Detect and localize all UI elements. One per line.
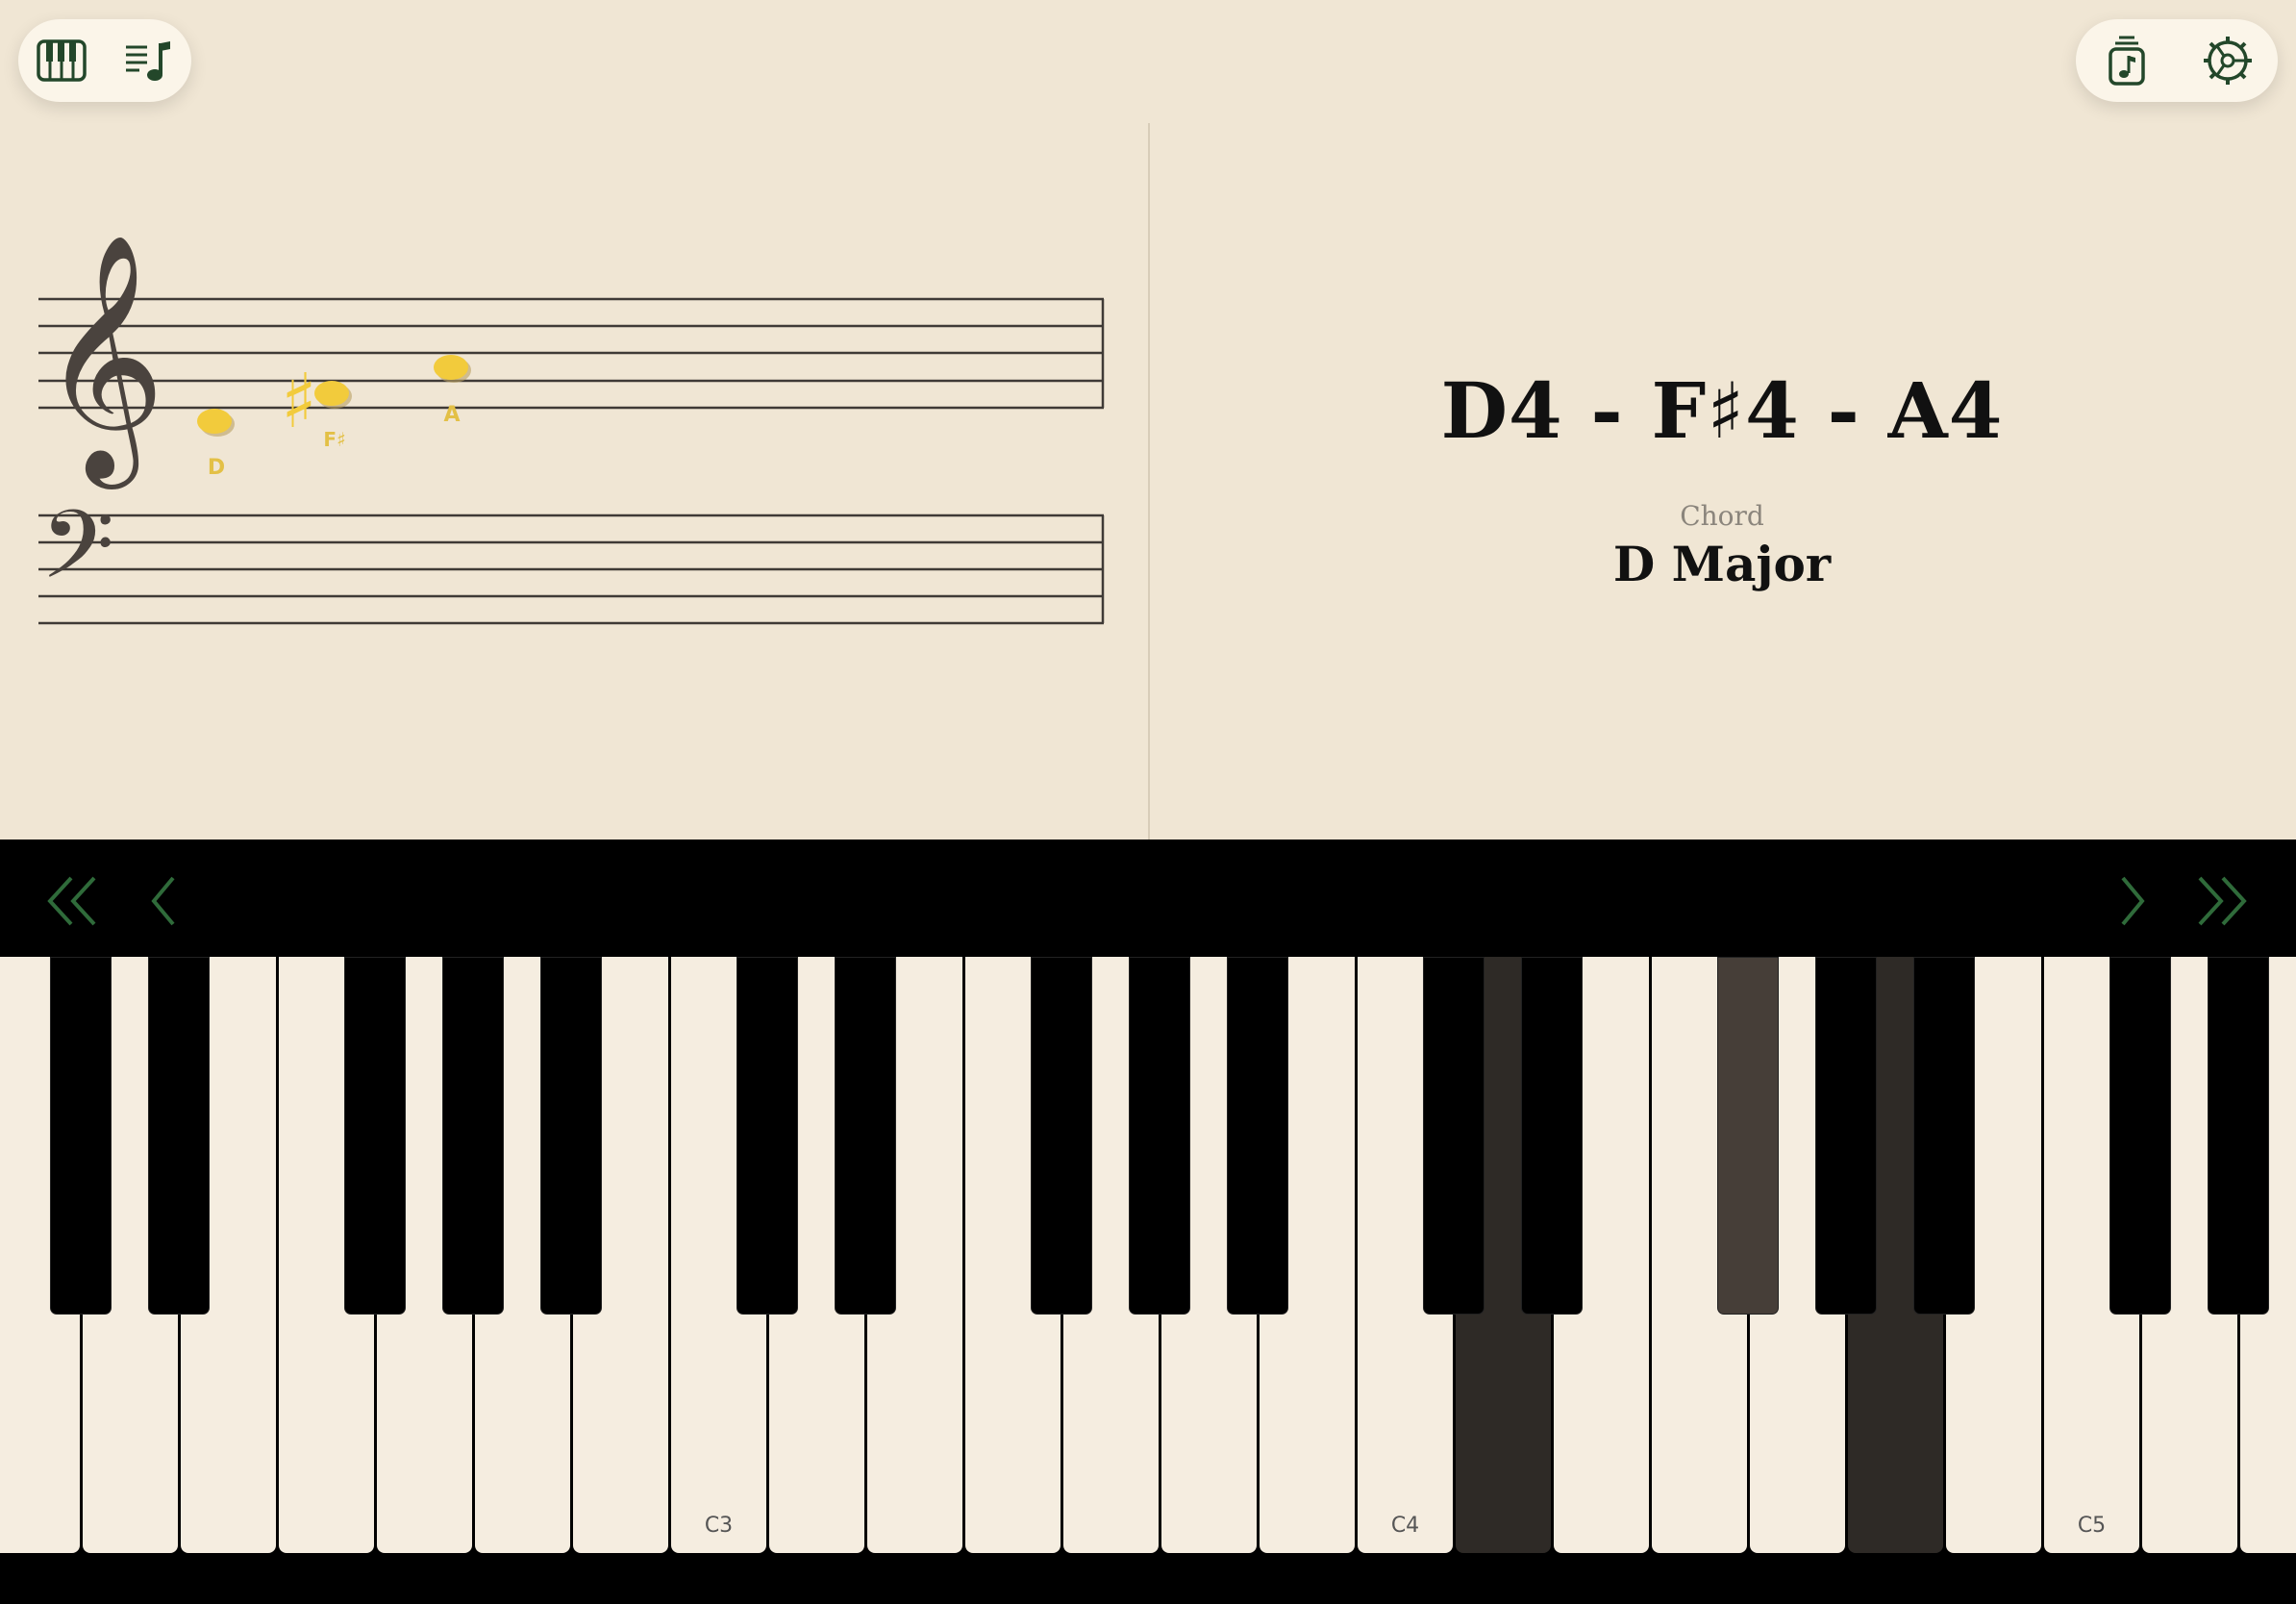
black-key-g-sharp4[interactable] — [1815, 957, 1877, 1315]
black-key-d-sharp3[interactable] — [835, 957, 896, 1315]
octave-label: C3 — [704, 1514, 734, 1538]
black-key-d-sharp2[interactable] — [148, 957, 210, 1315]
last-button[interactable] — [2183, 863, 2259, 940]
black-key-c-sharp2[interactable] — [50, 957, 112, 1315]
black-key-c-sharp4[interactable] — [1423, 957, 1485, 1315]
note-a[interactable]: A — [434, 355, 471, 427]
notes-display: D4 - F♯4 - A4 — [1440, 365, 2004, 456]
chord-label: Chord — [1680, 500, 1764, 532]
previous-button[interactable] — [125, 863, 202, 940]
octave-label: C5 — [2077, 1514, 2107, 1538]
note-fsharp[interactable]: ♯ F♯ — [281, 359, 352, 451]
black-key-f-sharp2[interactable] — [344, 957, 406, 1315]
piano-keyboard: C3 C4 C5 — [0, 957, 2296, 1555]
navigation-bar — [0, 840, 2296, 957]
music-library-icon[interactable] — [2097, 31, 2157, 90]
octave-label: C4 — [1390, 1514, 1420, 1538]
right-toolbar — [2076, 19, 2278, 102]
note-label: F♯ — [323, 428, 345, 451]
black-key-f-sharp3[interactable] — [1031, 957, 1092, 1315]
bass-staff-lines — [38, 514, 1105, 625]
first-button[interactable] — [35, 863, 112, 940]
next-button[interactable] — [2094, 863, 2171, 940]
black-key-g-sharp3[interactable] — [1129, 957, 1190, 1315]
score-area: 𝄞 𝄢 D ♯ F♯ A D4 - F♯4 - A4 Chord D Major — [0, 0, 2296, 840]
black-key-g-sharp2[interactable] — [442, 957, 504, 1315]
note-label: A — [443, 403, 460, 427]
bass-clef-icon: 𝄢 — [40, 490, 114, 624]
bottom-bar — [0, 1555, 2296, 1604]
black-key-c-sharp3[interactable] — [736, 957, 798, 1315]
black-key-a-sharp3[interactable] — [1227, 957, 1288, 1315]
note-label: D — [208, 456, 225, 480]
chord-name: D Major — [1612, 536, 1832, 592]
black-key-a-sharp4[interactable] — [1913, 957, 1975, 1315]
note-d[interactable]: D — [197, 409, 235, 480]
double-chevron-right-icon — [2198, 876, 2247, 926]
treble-clef-icon: 𝄞 — [40, 232, 165, 489]
black-key-f-sharp4[interactable] — [1717, 957, 1779, 1315]
black-key-c-sharp5[interactable] — [2109, 957, 2171, 1315]
black-key-a-sharp2[interactable] — [540, 957, 602, 1315]
chevron-left-icon — [151, 876, 175, 926]
treble-staff-lines — [38, 297, 1105, 410]
grand-staff: 𝄞 𝄢 D ♯ F♯ A — [38, 232, 1105, 625]
sharp-icon: ♯ — [281, 359, 317, 445]
chevron-right-icon — [2121, 876, 2145, 926]
panel-divider — [1148, 123, 1150, 840]
black-key-d-sharp5[interactable] — [2208, 957, 2269, 1315]
settings-icon[interactable] — [2198, 31, 2258, 90]
double-chevron-left-icon — [47, 876, 96, 926]
black-key-d-sharp4[interactable] — [1521, 957, 1583, 1315]
